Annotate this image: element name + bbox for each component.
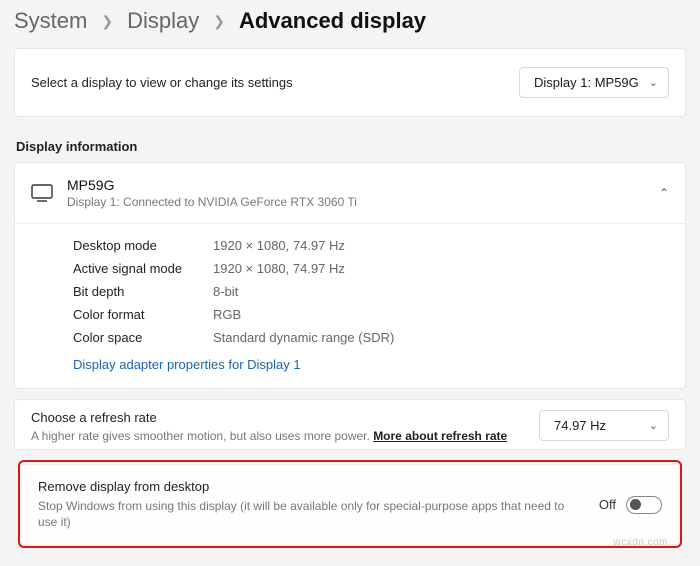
display-adapter-link[interactable]: Display adapter properties for Display 1 <box>73 357 301 372</box>
info-key: Desktop mode <box>73 238 213 253</box>
info-value: 1920 × 1080, 74.97 Hz <box>213 238 345 253</box>
info-row: Active signal mode1920 × 1080, 74.97 Hz <box>15 257 685 280</box>
refresh-rate-subtitle: A higher rate gives smoother motion, but… <box>31 429 507 443</box>
info-key: Color space <box>73 330 213 345</box>
remove-display-toggle[interactable] <box>626 496 662 514</box>
info-key: Active signal mode <box>73 261 213 276</box>
info-key: Color format <box>73 307 213 322</box>
info-row: Color formatRGB <box>15 303 685 326</box>
chevron-down-icon: ⌄ <box>649 419 658 432</box>
monitor-icon <box>31 184 53 202</box>
info-row: Bit depth8-bit <box>15 280 685 303</box>
breadcrumb-display[interactable]: Display <box>127 8 199 34</box>
breadcrumb: System ❯ Display ❯ Advanced display <box>14 8 686 34</box>
breadcrumb-advanced-display: Advanced display <box>239 8 426 34</box>
remove-display-title: Remove display from desktop <box>38 479 587 494</box>
info-value: Standard dynamic range (SDR) <box>213 330 394 345</box>
display-info-header[interactable]: MP59G Display 1: Connected to NVIDIA GeF… <box>15 163 685 223</box>
section-title-display-information: Display information <box>16 139 686 154</box>
display-name: MP59G <box>67 177 357 193</box>
info-row: Color spaceStandard dynamic range (SDR) <box>15 326 685 349</box>
chevron-right-icon: ❯ <box>213 13 225 30</box>
info-row: Desktop mode1920 × 1080, 74.97 Hz <box>15 234 685 257</box>
info-value: 8-bit <box>213 284 238 299</box>
select-display-card: Select a display to view or change its s… <box>14 48 686 117</box>
refresh-rate-learn-more-link[interactable]: More about refresh rate <box>373 429 507 443</box>
select-display-label: Select a display to view or change its s… <box>31 75 293 90</box>
chevron-right-icon: ❯ <box>101 13 113 30</box>
info-value: 1920 × 1080, 74.97 Hz <box>213 261 345 276</box>
remove-display-subtitle: Stop Windows from using this display (it… <box>38 498 587 530</box>
refresh-rate-value: 74.97 Hz <box>554 418 606 433</box>
display-connection-info: Display 1: Connected to NVIDIA GeForce R… <box>67 195 357 209</box>
display-info-body: Desktop mode1920 × 1080, 74.97 HzActive … <box>15 224 685 388</box>
info-key: Bit depth <box>73 284 213 299</box>
refresh-rate-card: Choose a refresh rate A higher rate give… <box>14 399 686 450</box>
display-info-card: MP59G Display 1: Connected to NVIDIA GeF… <box>14 162 686 389</box>
refresh-rate-title: Choose a refresh rate <box>31 410 507 425</box>
highlight-box: Remove display from desktop Stop Windows… <box>18 460 682 548</box>
info-value: RGB <box>213 307 241 322</box>
chevron-up-icon: ⌃ <box>659 186 669 200</box>
display-dropdown[interactable]: Display 1: MP59G ⌄ <box>519 67 669 98</box>
refresh-rate-dropdown[interactable]: 74.97 Hz ⌄ <box>539 410 669 441</box>
toggle-state-label: Off <box>599 497 616 512</box>
display-dropdown-value: Display 1: MP59G <box>534 75 639 90</box>
chevron-down-icon: ⌄ <box>649 76 658 89</box>
remove-display-card: Remove display from desktop Stop Windows… <box>22 464 678 544</box>
breadcrumb-system[interactable]: System <box>14 8 87 34</box>
